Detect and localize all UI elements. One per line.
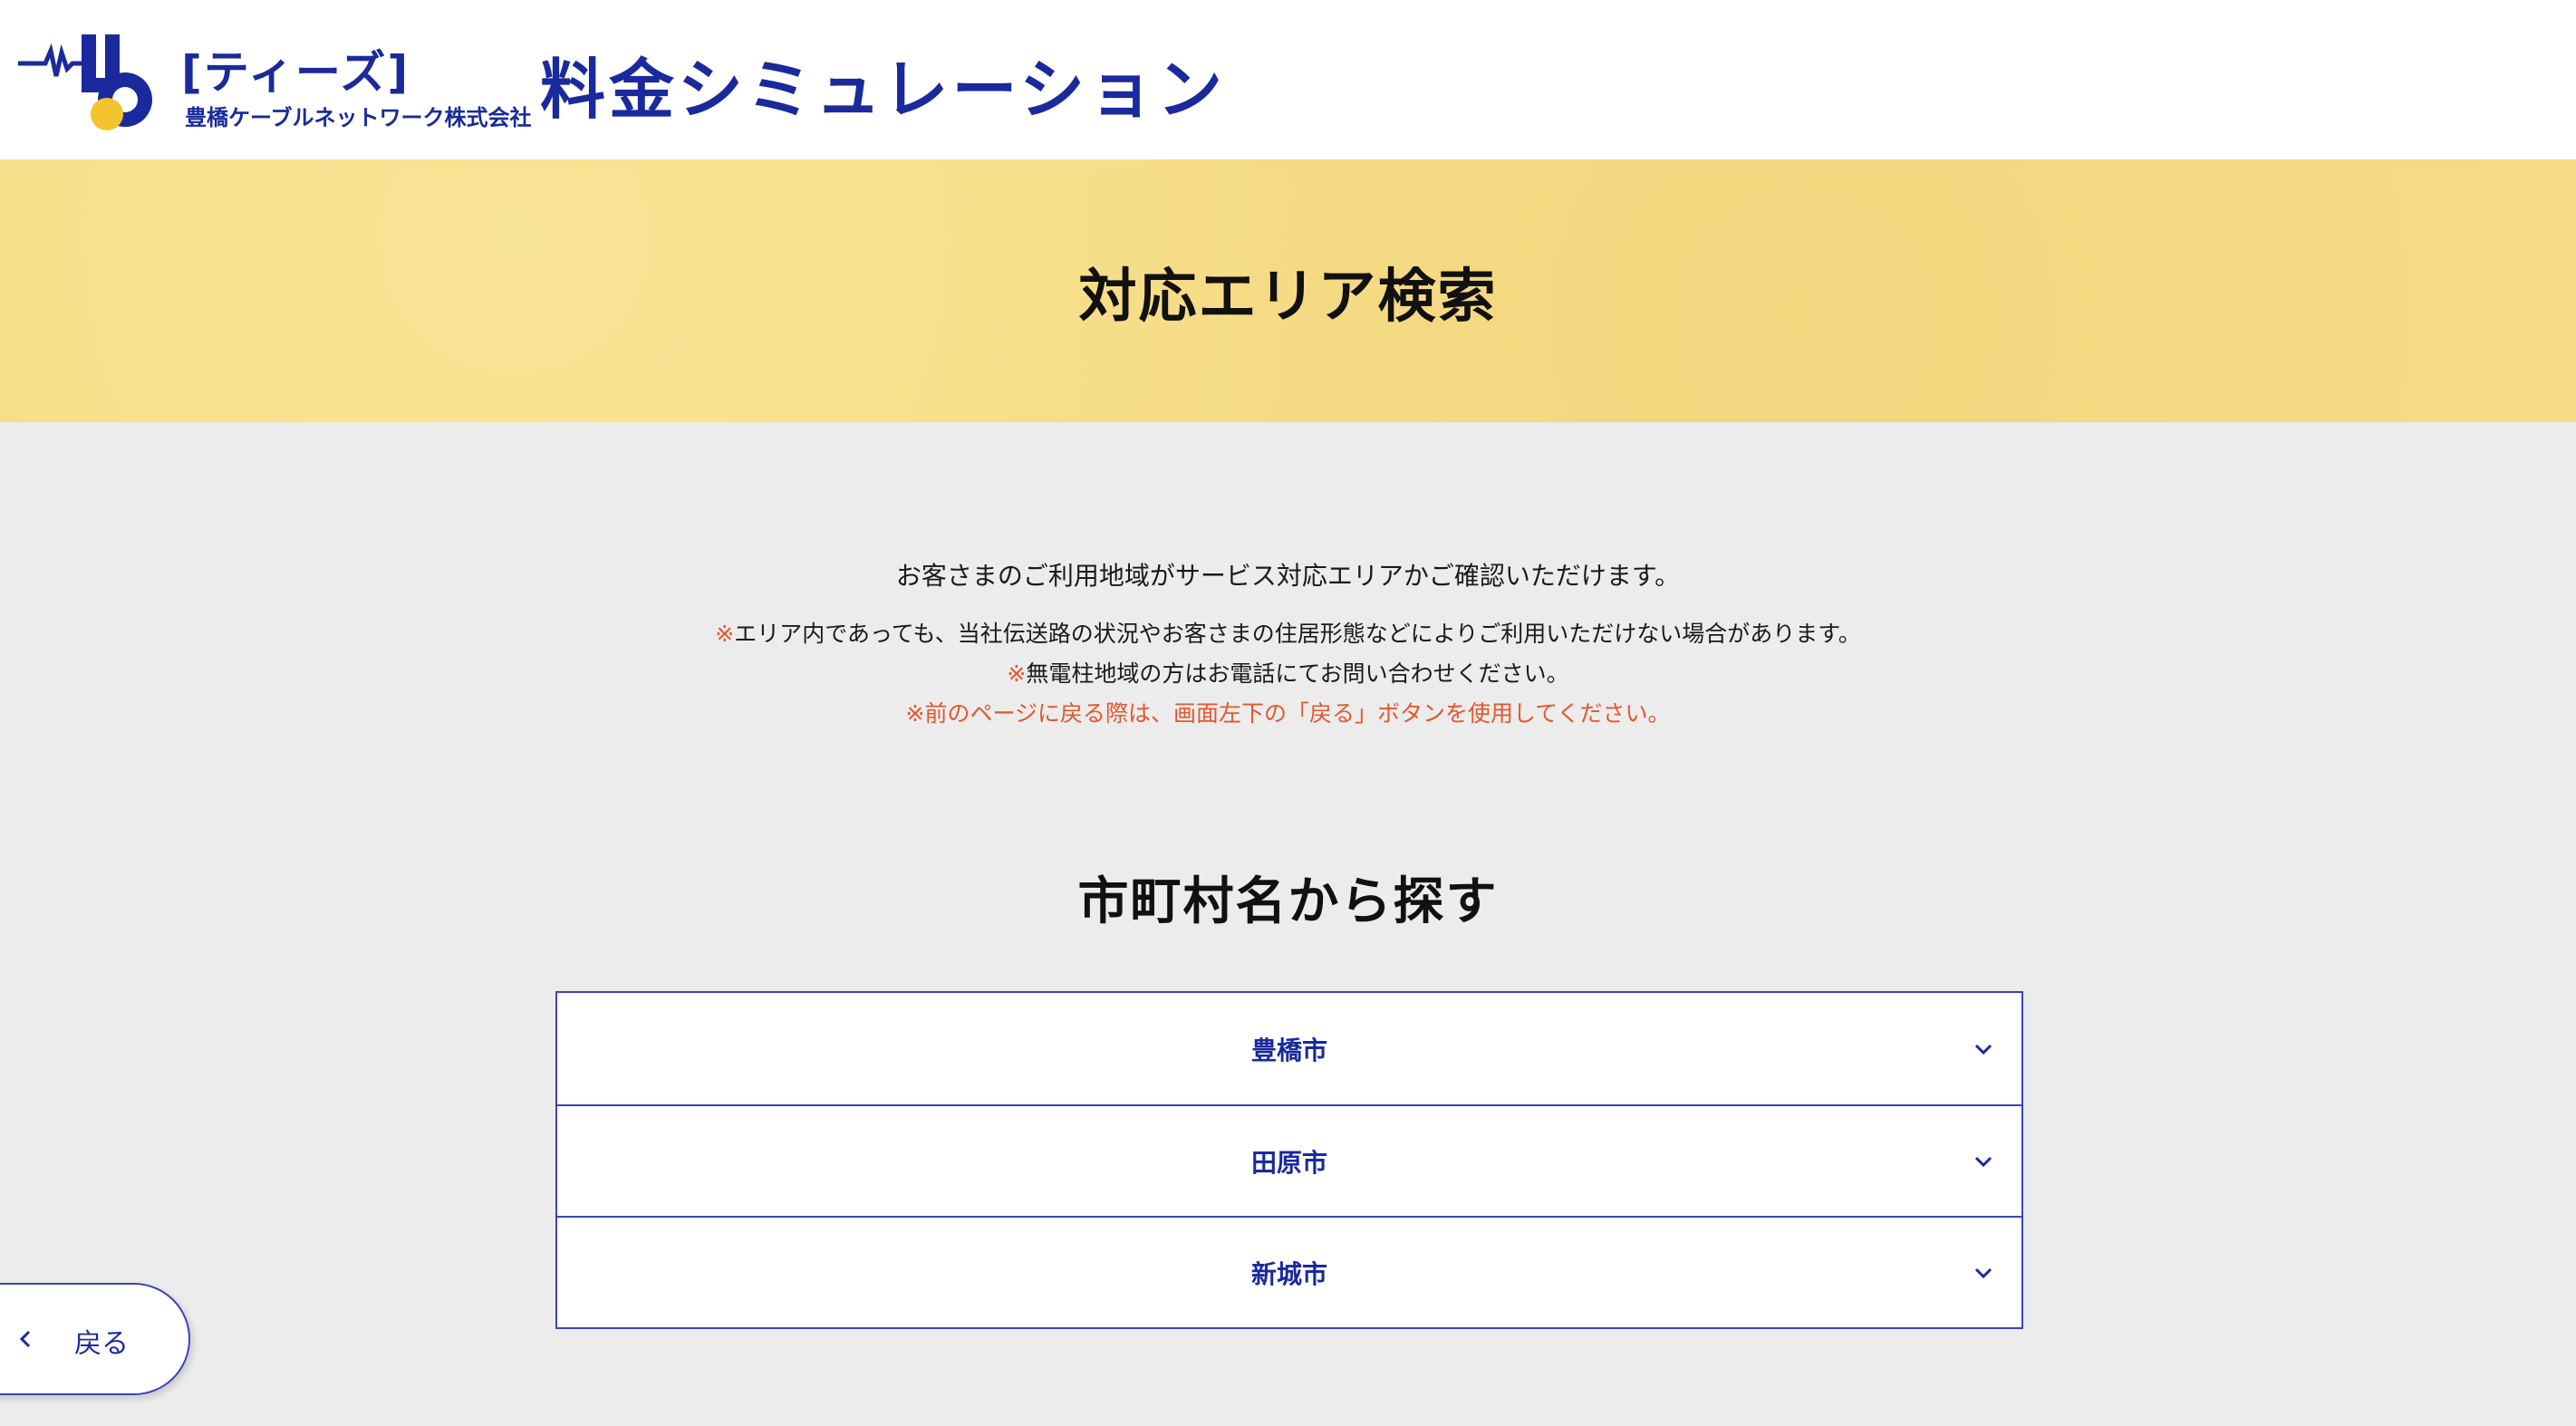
chevron-left-icon	[19, 1330, 31, 1348]
accordion-item-tahara[interactable]: 田原市	[557, 1104, 2021, 1216]
chevron-down-icon	[1974, 1156, 1992, 1167]
note-line-2: ※無電柱地域の方はお電話にてお問い合わせください。	[0, 654, 2576, 694]
chevron-down-icon	[1974, 1267, 1992, 1278]
site-header: [ティーズ] 豊橋ケーブルネットワーク株式会社 料金シミュレーション	[0, 0, 2576, 159]
back-button-label: 戻る	[74, 1328, 129, 1360]
chevron-down-icon	[1974, 1044, 1992, 1055]
accordion-label: 田原市	[1250, 1147, 1327, 1178]
intro-text: お客さまのご利用地域がサービス対応エリアかご確認いただけます。	[895, 561, 1681, 591]
note-mark: ※	[1007, 660, 1027, 687]
logo-company-name: 豊橋ケーブルネットワーク株式会社	[185, 105, 532, 130]
accordion-item-toyohashi[interactable]: 豊橋市	[557, 993, 2021, 1104]
note-text-2: 無電柱地域の方はお電話にてお問い合わせください。	[1026, 660, 1569, 687]
accordion-label: 豊橋市	[1250, 1035, 1327, 1065]
accordion-label: 新城市	[1250, 1258, 1327, 1289]
banner-title: 対応エリア検索	[1078, 264, 1498, 331]
back-button[interactable]: 戻る	[0, 1283, 190, 1395]
accordion-item-shinshiro[interactable]: 新城市	[557, 1216, 2021, 1327]
page-title: 料金シミュレーション	[540, 52, 1227, 128]
note-mark: ※	[715, 621, 735, 647]
note-line-3: ※前のページに戻る際は、画面左下の「戻る」ボタンを使用してください。	[905, 700, 1671, 727]
company-logo[interactable]: [ティーズ] 豊橋ケーブルネットワーク株式会社	[18, 25, 532, 134]
notes-section: お客さまのご利用地域がサービス対応エリアかご確認いただけます。 ※エリア内であっ…	[0, 556, 2576, 734]
title-banner: 対応エリア検索	[0, 159, 2576, 422]
logo-name: [ティーズ]	[181, 46, 410, 99]
logo-mark-icon	[18, 34, 152, 130]
note-text-1: エリア内であっても、当社伝送路の状況やお客さまの住居形態などによりご利用いただけ…	[734, 621, 1861, 647]
city-accordion: 豊橋市 田原市 新城市	[555, 991, 2023, 1329]
note-line-1: ※エリア内であっても、当社伝送路の状況やお客さまの住居形態などによりご利用いただ…	[0, 614, 2576, 654]
section-title: 市町村名から探す	[1077, 872, 1499, 931]
